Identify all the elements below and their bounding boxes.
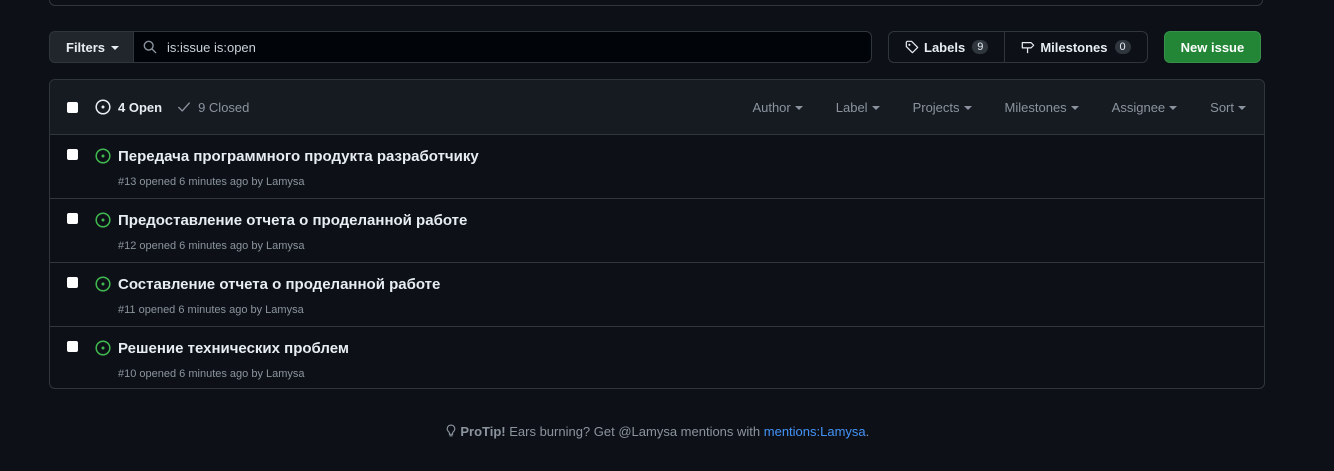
labels-label: Labels	[924, 39, 966, 55]
protip-text: Ears burning? Get @Lamysa mentions with	[505, 424, 764, 439]
milestones-filter-label: Milestones	[1004, 99, 1067, 115]
assignee-filter[interactable]: Assignee	[1111, 99, 1178, 115]
issue-meta: #12 opened 6 minutes ago by Lamysa	[118, 240, 305, 252]
caret-down-icon	[111, 46, 120, 50]
issue-opened-icon	[95, 212, 111, 228]
labels-milestones-group: Labels 9 Milestones 0	[888, 31, 1148, 63]
assignee-filter-label: Assignee	[1111, 99, 1166, 115]
closed-issues-tab[interactable]: 9 Closed	[177, 100, 249, 115]
issue-row: Составление отчета о проделанной работе …	[50, 263, 1264, 327]
check-icon	[178, 102, 191, 112]
label-filter-label: Label	[835, 99, 868, 115]
caret-down-icon	[1070, 106, 1079, 110]
issue-row: Предоставление отчета о проделанной рабо…	[50, 199, 1264, 263]
caret-down-icon	[1169, 106, 1178, 110]
sort-filter-label: Sort	[1210, 99, 1234, 115]
caret-down-icon	[871, 106, 880, 110]
issue-checkbox[interactable]	[67, 277, 78, 288]
issue-checkbox[interactable]	[67, 213, 78, 224]
labels-count: 9	[972, 40, 989, 54]
issue-title-link[interactable]: Передача программного продукта разработч…	[118, 148, 479, 165]
issues-toolbar: Filters Labels 9 Milestones 0 New is	[49, 31, 1265, 63]
issue-meta: #11 opened 6 minutes ago by Lamysa	[118, 304, 304, 316]
issue-title-link[interactable]: Составление отчета о проделанной работе	[118, 276, 440, 293]
labels-button[interactable]: Labels 9	[889, 32, 1004, 62]
filters-label: Filters	[66, 39, 106, 55]
caret-down-icon	[963, 106, 972, 110]
sort-filter[interactable]: Sort	[1210, 100, 1246, 115]
issue-title-link[interactable]: Решение технических проблем	[118, 340, 349, 357]
lightbulb-icon	[446, 424, 456, 437]
search-icon	[143, 40, 157, 54]
caret-down-icon	[1238, 106, 1246, 110]
protip-label: ProTip!	[460, 424, 506, 439]
caret-down-icon	[794, 106, 803, 110]
protip: ProTip! Ears burning? Get @Lamysa mentio…	[0, 424, 1314, 439]
filters-button[interactable]: Filters	[49, 31, 135, 63]
issues-list-header: 4 Open 9 Closed Author Label Projects Mi…	[50, 80, 1264, 135]
issue-opened-icon	[95, 340, 111, 356]
mentions-link[interactable]: mentions:Lamysa	[764, 424, 866, 439]
issue-meta: #13 opened 6 minutes ago by Lamysa	[118, 176, 305, 188]
issue-row: Решение технических проблем #10 opened 6…	[50, 327, 1264, 388]
previous-panel-edge	[49, 0, 1263, 6]
issue-opened-icon	[95, 276, 111, 292]
milestones-button[interactable]: Milestones 0	[1004, 32, 1146, 62]
new-issue-label: New issue	[1180, 39, 1245, 55]
projects-filter[interactable]: Projects	[913, 100, 972, 115]
protip-end: .	[865, 424, 870, 439]
label-filter[interactable]: Label	[836, 100, 880, 115]
issue-title-link[interactable]: Предоставление отчета о проделанной рабо…	[118, 212, 467, 229]
milestones-filter[interactable]: Milestones	[1005, 100, 1079, 115]
milestones-count: 0	[1114, 40, 1131, 54]
author-filter-label: Author	[752, 99, 791, 115]
issue-checkbox[interactable]	[67, 341, 78, 352]
milestones-label: Milestones	[1040, 39, 1108, 55]
issue-search	[134, 31, 873, 63]
issue-meta: #10 opened 6 minutes ago by Lamysa	[118, 368, 305, 380]
author-filter[interactable]: Author	[752, 99, 803, 115]
issue-row: Передача программного продукта разработч…	[50, 135, 1264, 199]
tag-icon	[905, 40, 919, 54]
select-all-checkbox[interactable]	[67, 101, 78, 113]
new-issue-button[interactable]: New issue	[1163, 31, 1262, 63]
milestone-icon	[1022, 42, 1035, 54]
open-count-label: 4 Open	[118, 99, 163, 115]
open-issues-tab[interactable]: 4 Open	[95, 99, 162, 115]
issue-checkbox[interactable]	[67, 149, 78, 160]
header-filter-menus: Author Label Projects Milestones Assigne…	[719, 80, 1246, 134]
closed-count-label: 9 Closed	[198, 99, 250, 115]
issue-opened-icon	[95, 148, 111, 164]
issue-opened-icon	[95, 99, 111, 115]
search-input[interactable]	[165, 38, 850, 56]
projects-filter-label: Projects	[912, 99, 960, 115]
issues-list: 4 Open 9 Closed Author Label Projects Mi…	[49, 79, 1265, 389]
